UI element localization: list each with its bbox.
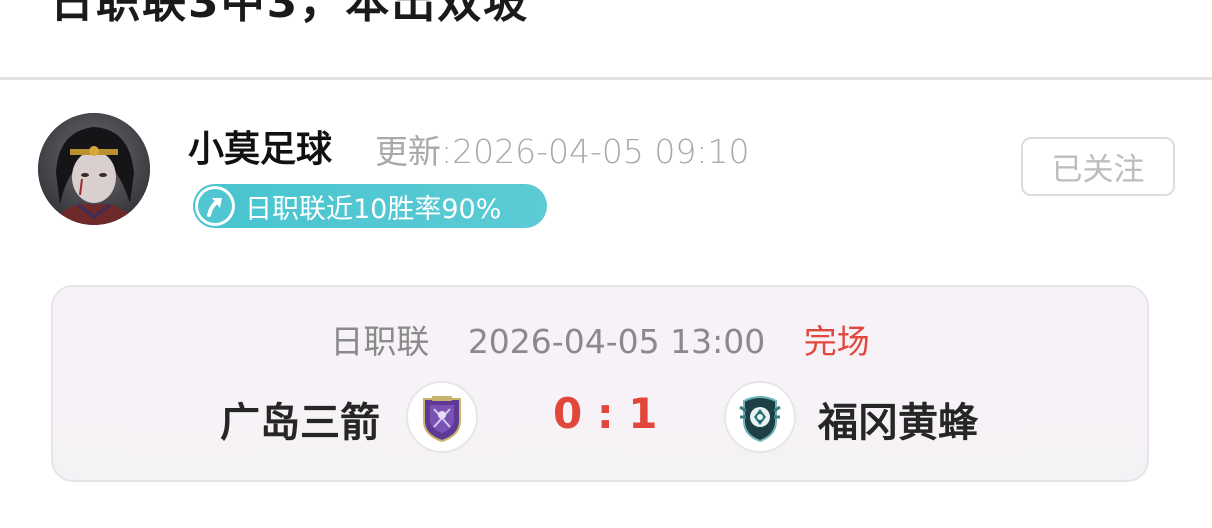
avispa-fukuoka-crest-icon: [724, 381, 796, 453]
up-arrow-icon: [195, 186, 235, 226]
article-title: 日职联3中3，本出双坡: [50, 0, 530, 28]
away-team-name: 福冈黄蜂: [818, 400, 978, 446]
match-league: 日职联: [330, 322, 430, 361]
author-avatar[interactable]: [38, 113, 150, 225]
match-datetime: 2026-04-05 13:00: [467, 322, 766, 361]
update-time: 更新:2026-04-05 09:10: [375, 132, 750, 171]
author-name[interactable]: 小莫足球: [188, 120, 332, 172]
sanfrecce-hiroshima-crest-icon: [406, 381, 478, 453]
avatar-image: [38, 113, 150, 225]
follow-button[interactable]: 已关注: [1021, 137, 1175, 196]
winrate-badge: 日职联近10胜率90%: [193, 184, 547, 228]
badge-text: 日职联近10胜率90%: [245, 193, 502, 225]
match-score: 0 : 1: [553, 389, 658, 438]
match-meta: 日职联 2026-04-05 13:00 完场: [53, 315, 1147, 363]
divider: [0, 77, 1212, 80]
match-card[interactable]: 日职联 2026-04-05 13:00 完场 广岛三箭 0 : 1 福冈黄蜂: [51, 285, 1149, 482]
home-team-name: 广岛三箭: [220, 400, 380, 446]
match-status: 完场: [803, 322, 870, 361]
